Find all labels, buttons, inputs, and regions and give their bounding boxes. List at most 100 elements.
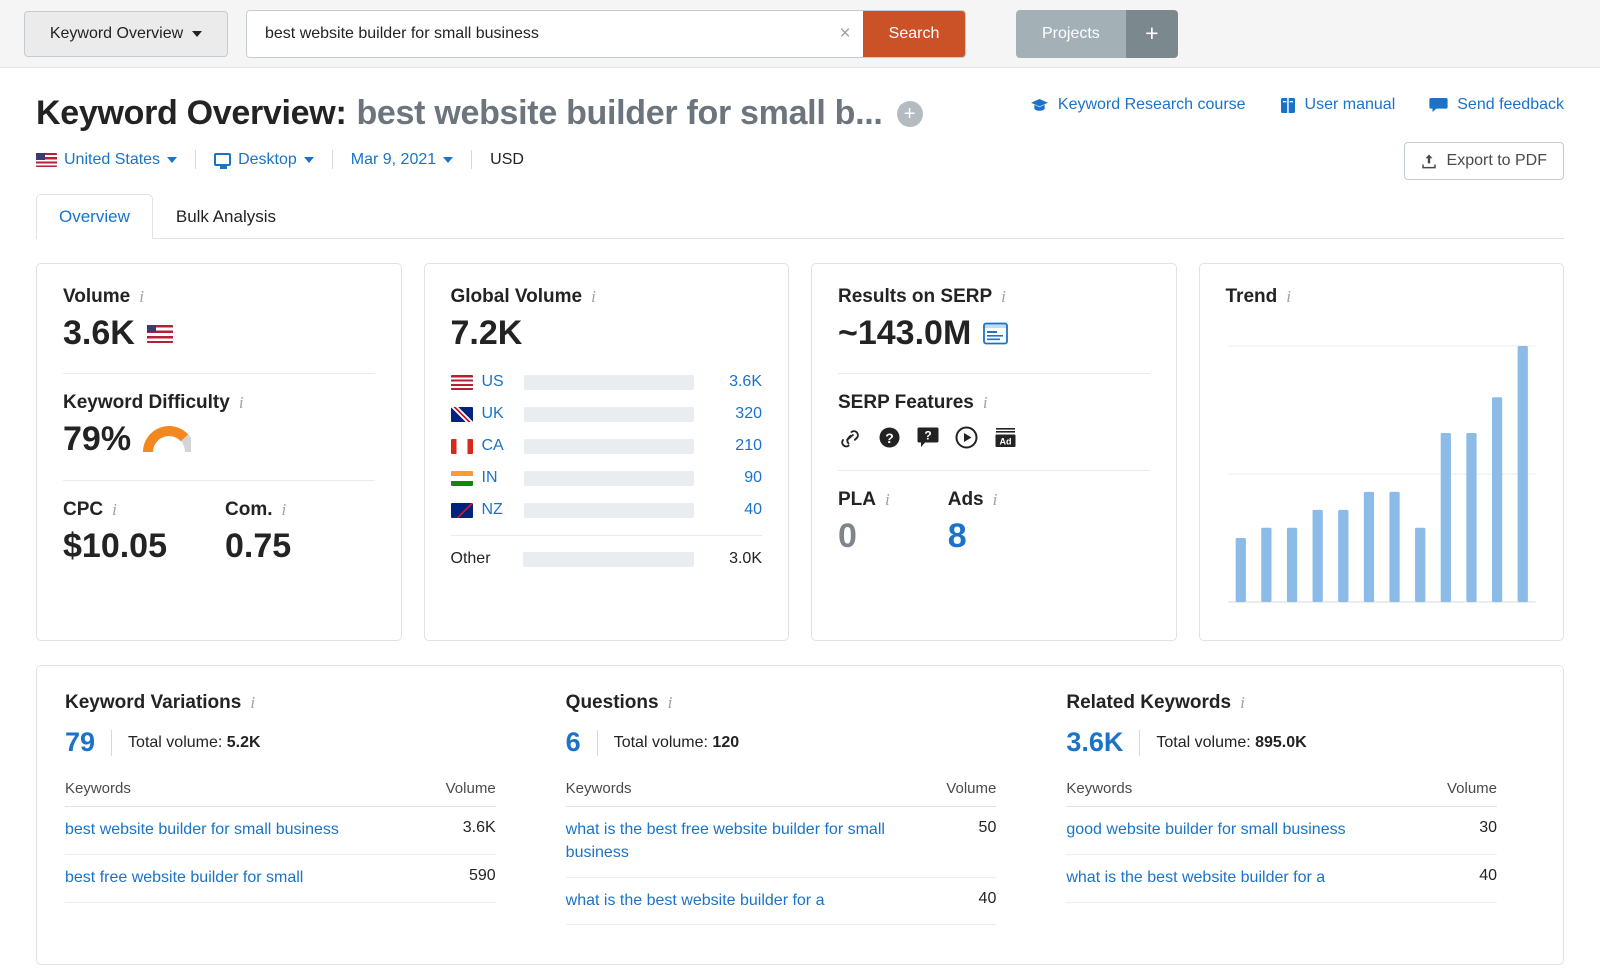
tab-bulk-analysis[interactable]: Bulk Analysis — [153, 194, 299, 239]
country-volume-value[interactable]: 3.6K — [710, 373, 762, 391]
ads-label-row: Ads i — [948, 489, 998, 511]
serp-features-icons: ? ? Ad — [838, 426, 1150, 449]
user-manual-link[interactable]: User manual — [1280, 96, 1396, 114]
country-volume-list: US 3.6K UK 320 CA 210 IN 90 NZ 40 — [451, 366, 763, 526]
page-header: Keyword Overview:best website builder fo… — [0, 68, 1600, 169]
country-code[interactable]: UK — [482, 405, 524, 423]
serp-preview-icon[interactable] — [983, 322, 1008, 345]
tab-overview[interactable]: Overview — [36, 194, 153, 239]
country-selector[interactable]: United States — [36, 151, 195, 169]
report-type-select[interactable]: Keyword Overview — [24, 11, 228, 57]
device-label: Desktop — [238, 151, 297, 169]
add-project-button[interactable]: + — [1126, 10, 1178, 58]
info-icon[interactable]: i — [1240, 693, 1245, 713]
table-header: KeywordsVolume — [65, 758, 496, 807]
country-volume-value[interactable]: 210 — [710, 437, 762, 455]
country-label: United States — [64, 151, 160, 169]
trend-bar[interactable] — [1363, 492, 1373, 602]
trend-bar[interactable] — [1261, 528, 1271, 602]
cpc-com-row: CPC i $10.05 Com. i 0.75 — [63, 499, 375, 565]
table-header: KeywordsVolume — [566, 758, 997, 807]
keyword-volume: 590 — [422, 867, 496, 885]
country-code[interactable]: IN — [482, 469, 524, 487]
trend-bar[interactable] — [1235, 538, 1245, 602]
keyword-link[interactable]: what is the best website builder for a — [566, 890, 923, 913]
keyword-link[interactable]: what is the best website builder for a — [1066, 867, 1423, 890]
info-icon[interactable]: i — [112, 500, 117, 520]
trend-bar[interactable] — [1415, 528, 1425, 602]
volume-bar-track — [524, 439, 695, 454]
export-to-pdf-button[interactable]: Export to PDF — [1404, 142, 1564, 180]
upload-icon — [1421, 153, 1437, 170]
faq-icon[interactable]: ? — [917, 426, 939, 449]
keyword-link[interactable]: what is the best free website builder fo… — [566, 819, 923, 864]
keyword-research-course-link[interactable]: Keyword Research course — [1030, 96, 1246, 114]
country-code[interactable]: NZ — [482, 501, 524, 519]
send-feedback-link[interactable]: Send feedback — [1429, 96, 1564, 114]
country-code[interactable]: US — [482, 373, 524, 391]
list-count[interactable]: 3.6K — [1066, 727, 1123, 758]
clear-search-icon[interactable]: × — [827, 11, 863, 57]
graduation-cap-icon — [1030, 98, 1049, 113]
serp-label-row: Results on SERP i — [838, 286, 1150, 308]
trend-bar[interactable] — [1517, 346, 1527, 602]
device-selector[interactable]: Desktop — [196, 151, 332, 169]
list-count[interactable]: 79 — [65, 727, 95, 758]
search-button[interactable]: Search — [863, 11, 965, 57]
info-icon[interactable]: i — [1286, 287, 1291, 307]
trend-bar[interactable] — [1466, 433, 1476, 602]
metrics-cards-row: Volume i 3.6K Keyword Difficulty i 79% — [36, 263, 1564, 641]
info-icon[interactable]: i — [250, 693, 255, 713]
page-title-keyword: best website builder for small b... — [356, 94, 882, 132]
list-title-row: Related Keywords i — [1066, 692, 1497, 714]
search-input[interactable] — [247, 11, 827, 57]
keyword-volume: 3.6K — [422, 819, 496, 837]
info-icon[interactable]: i — [983, 393, 988, 413]
trend-label: Trend — [1226, 286, 1278, 308]
info-icon[interactable]: i — [239, 393, 244, 413]
list-title: Related Keywords — [1066, 692, 1231, 714]
info-icon[interactable]: i — [1001, 287, 1006, 307]
ads-label: Ads — [948, 489, 984, 511]
trend-bar[interactable] — [1389, 492, 1399, 602]
info-icon[interactable]: i — [139, 287, 144, 307]
trend-bar[interactable] — [1491, 397, 1501, 602]
card-divider — [63, 480, 375, 481]
column-header-volume: Volume — [1423, 780, 1497, 797]
projects-button[interactable]: Projects — [1016, 10, 1126, 58]
country-volume-value[interactable]: 40 — [710, 501, 762, 519]
cpc-value: $10.05 — [63, 528, 167, 565]
link-label: User manual — [1305, 96, 1396, 114]
com-label-row: Com. i — [225, 499, 291, 521]
currency-label: USD — [472, 151, 542, 169]
country-volume-value[interactable]: 90 — [710, 469, 762, 487]
flag-uk-icon — [451, 407, 473, 422]
info-icon[interactable]: i — [282, 500, 287, 520]
list-title: Questions — [566, 692, 659, 714]
info-icon[interactable]: i — [885, 490, 890, 510]
country-code[interactable]: CA — [482, 437, 524, 455]
trend-bar[interactable] — [1440, 433, 1450, 602]
keyword-link[interactable]: good website builder for small business — [1066, 819, 1423, 842]
info-icon[interactable]: i — [993, 490, 998, 510]
date-selector[interactable]: Mar 9, 2021 — [333, 151, 471, 169]
people-also-ask-icon[interactable]: ? — [878, 426, 901, 449]
keyword-link[interactable]: best website builder for small business — [65, 819, 422, 842]
add-keyword-button[interactable]: + — [897, 101, 923, 127]
video-icon[interactable] — [955, 426, 978, 449]
report-tabs: Overview Bulk Analysis — [36, 193, 1564, 239]
cpc-block: CPC i $10.05 — [63, 499, 167, 565]
info-icon[interactable]: i — [668, 693, 673, 713]
trend-bar[interactable] — [1338, 510, 1348, 602]
country-volume-value[interactable]: 320 — [710, 405, 762, 423]
list-stats: 6Total volume: 120 — [566, 727, 997, 758]
chevron-down-icon — [443, 157, 453, 163]
list-count[interactable]: 6 — [566, 727, 581, 758]
ads-top-icon[interactable]: Ad — [994, 427, 1017, 449]
trend-bar[interactable] — [1312, 510, 1322, 602]
trend-bar[interactable] — [1286, 528, 1296, 602]
keyword-link[interactable]: best free website builder for small — [65, 867, 422, 890]
sitelinks-icon[interactable] — [838, 427, 862, 449]
info-icon[interactable]: i — [591, 287, 596, 307]
ads-value[interactable]: 8 — [948, 518, 998, 555]
